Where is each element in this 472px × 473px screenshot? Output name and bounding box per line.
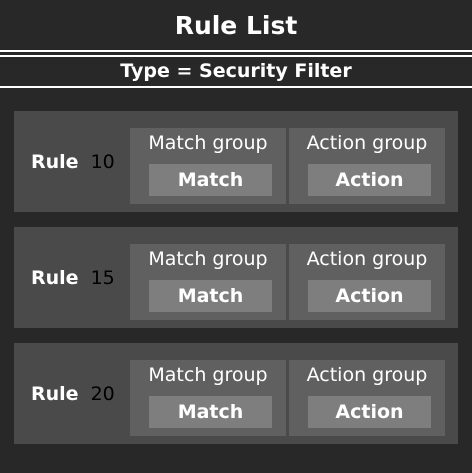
rule-row: Rule 10 Match group Match Action group A…	[14, 111, 458, 212]
rule-label-text: Rule	[31, 382, 79, 405]
filter-type-label: Type = Security Filter	[120, 59, 352, 82]
rule-number: 10	[90, 150, 115, 173]
rule-number: 20	[90, 382, 115, 405]
action-group-title: Action group	[306, 132, 428, 154]
match-group: Match group Match	[130, 360, 286, 436]
action-group-title: Action group	[306, 248, 428, 270]
action-group: Action group Action	[289, 360, 445, 436]
rule-row: Rule 20 Match group Match Action group A…	[14, 343, 458, 444]
match-group: Match group Match	[130, 128, 286, 204]
rule-label-text: Rule	[31, 150, 79, 173]
match-button[interactable]: Match	[149, 280, 272, 312]
match-button[interactable]: Match	[149, 164, 272, 196]
rule-label: Rule 15	[31, 227, 136, 328]
action-group-title: Action group	[306, 364, 428, 386]
rule-label-text: Rule	[31, 266, 79, 289]
match-group-title: Match group	[148, 132, 268, 154]
match-group: Match group Match	[130, 244, 286, 320]
action-group: Action group Action	[289, 128, 445, 204]
action-button[interactable]: Action	[308, 396, 431, 428]
rule-number: 15	[90, 266, 115, 289]
rule-label: Rule 10	[31, 111, 136, 212]
action-group: Action group Action	[289, 244, 445, 320]
match-group-title: Match group	[148, 248, 268, 270]
rule-row: Rule 15 Match group Match Action group A…	[14, 227, 458, 328]
rule-label: Rule 20	[31, 343, 136, 444]
subtitle-bottom-divider	[0, 86, 472, 88]
action-button[interactable]: Action	[308, 164, 431, 196]
title-divider	[0, 50, 472, 52]
match-button[interactable]: Match	[149, 396, 272, 428]
match-group-title: Match group	[148, 364, 268, 386]
action-button[interactable]: Action	[308, 280, 431, 312]
page-title: Rule List	[174, 10, 298, 40]
